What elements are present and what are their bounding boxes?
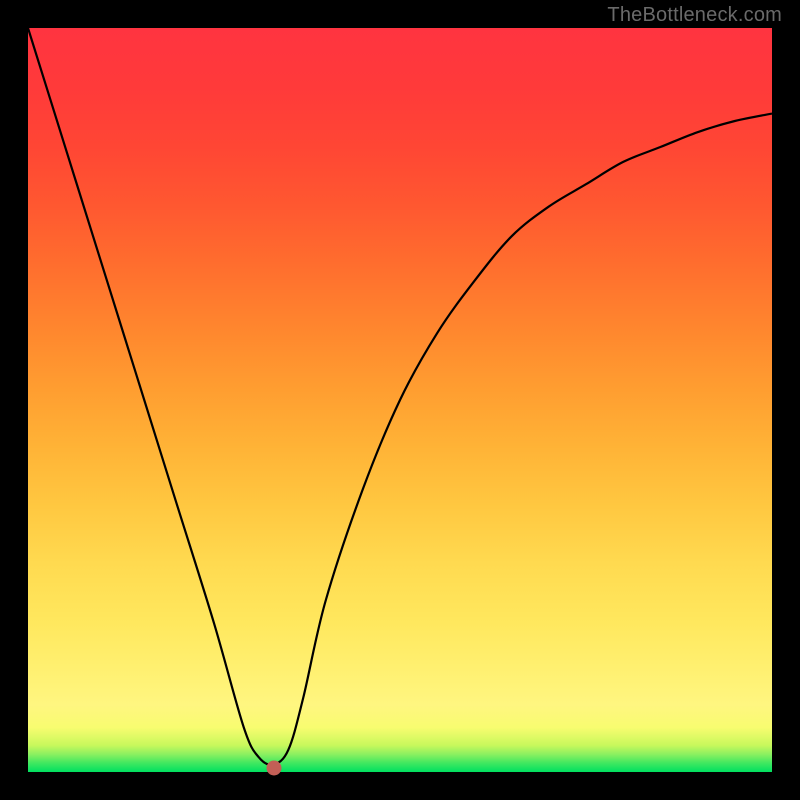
watermark-text: TheBottleneck.com (607, 4, 782, 27)
chart-plot-area (28, 28, 772, 772)
chart-curve (28, 28, 772, 772)
chart-marker-dot (266, 761, 281, 776)
